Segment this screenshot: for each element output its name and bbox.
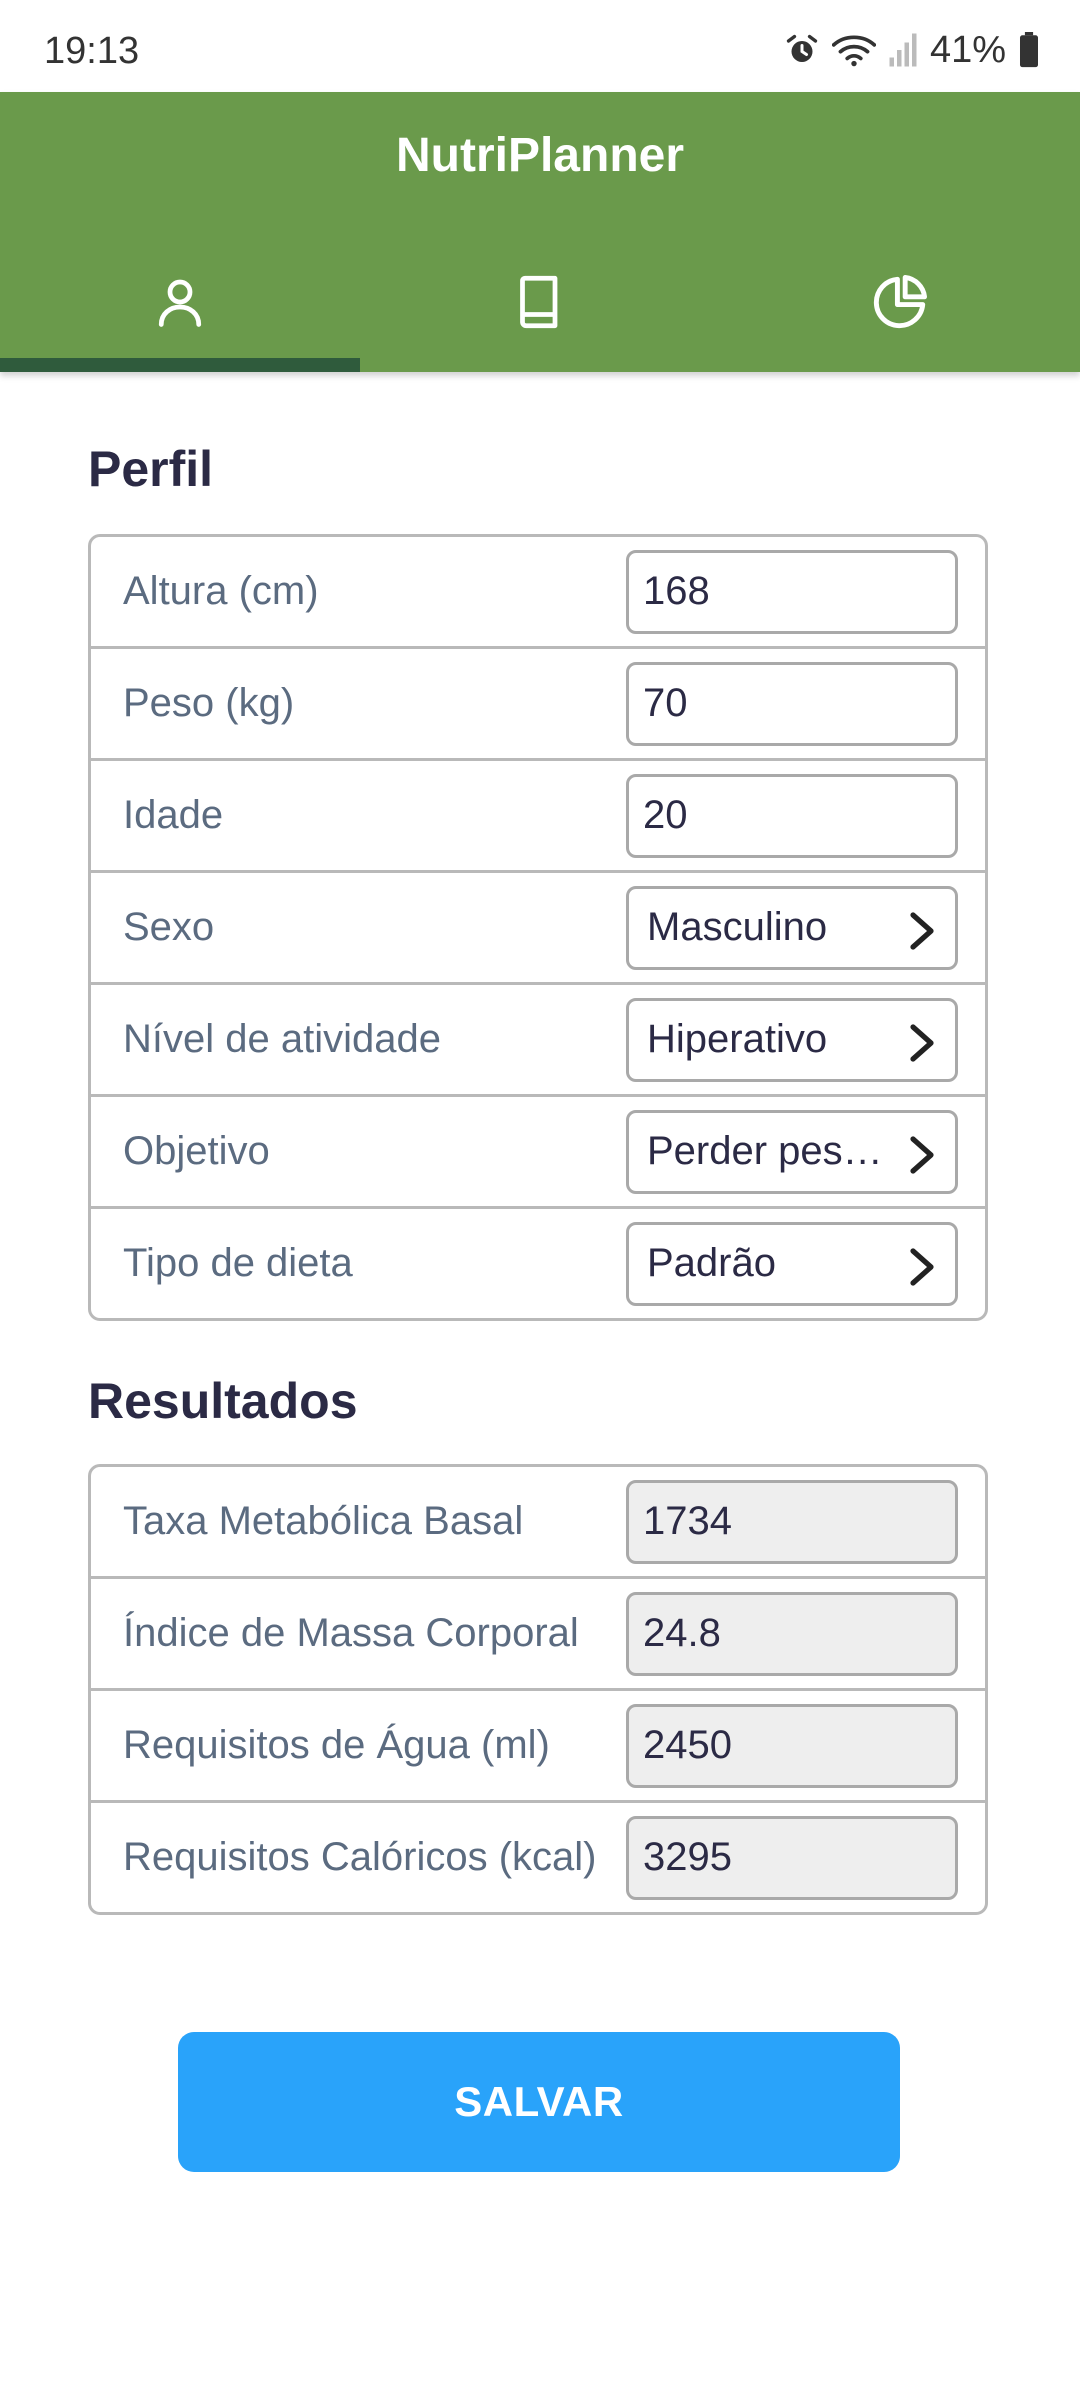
sex-select[interactable]: Masculino: [626, 885, 958, 970]
pie-chart-icon: [869, 271, 931, 333]
water-value: 2450: [626, 1703, 958, 1788]
tab-selected-indicator: [0, 358, 360, 372]
bmi-value: 24.8: [626, 1591, 958, 1676]
goal-label: Objetivo: [123, 1129, 270, 1173]
water-label: Requisitos de Água (ml): [123, 1723, 550, 1767]
app-bar: NutriPlanner: [0, 92, 1080, 372]
goal-value: Perder peso…: [647, 1129, 897, 1173]
profile-section-title: Perfil: [88, 441, 214, 497]
status-time: 19:13: [44, 30, 140, 72]
bmr-label: Taxa Metabólica Basal: [123, 1499, 524, 1543]
age-row: Idade: [91, 761, 985, 873]
bmi-row: Índice de Massa Corporal 24.8: [91, 1579, 985, 1691]
chevron-right-icon: [910, 1023, 934, 1062]
height-input[interactable]: [626, 549, 958, 634]
chevron-right-icon: [910, 1247, 934, 1286]
water-row: Requisitos de Água (ml) 2450: [91, 1691, 985, 1803]
calories-label: Requisitos Calóricos (kcal): [123, 1835, 597, 1879]
tab-bar: [0, 232, 1080, 372]
status-bar: 19:13 41%: [0, 0, 1080, 92]
goal-row: Objetivo Perder peso…: [91, 1097, 985, 1209]
diet-value: Padrão: [647, 1241, 776, 1285]
results-card: Taxa Metabólica Basal 1734 Índice de Mas…: [88, 1464, 988, 1915]
tab-profile[interactable]: [0, 232, 360, 372]
app-title: NutriPlanner: [395, 129, 685, 182]
goal-select[interactable]: Perder peso…: [626, 1109, 958, 1194]
age-label: Idade: [123, 793, 224, 837]
diet-row: Tipo de dieta Padrão: [91, 1209, 985, 1318]
profile-card: Altura (cm) Peso (kg) Idade Sexo Masculi…: [88, 534, 988, 1321]
height-row: Altura (cm): [91, 537, 985, 649]
signal-icon: [888, 32, 918, 68]
activity-select[interactable]: Hiperativo: [626, 997, 958, 1082]
diet-select[interactable]: Padrão: [626, 1221, 958, 1306]
status-icons: 41%: [784, 28, 1040, 72]
person-icon: [150, 272, 210, 332]
height-label: Altura (cm): [123, 569, 319, 613]
chevron-right-icon: [910, 911, 934, 950]
battery-level: 41%: [929, 28, 1006, 71]
tab-recipes[interactable]: [360, 232, 720, 372]
diet-label: Tipo de dieta: [123, 1241, 353, 1285]
activity-row: Nível de atividade Hiperativo: [91, 985, 985, 1097]
sex-row: Sexo Masculino: [91, 873, 985, 985]
activity-label: Nível de atividade: [123, 1017, 441, 1061]
weight-input[interactable]: [626, 661, 958, 746]
wifi-icon: [831, 32, 876, 68]
bmi-label: Índice de Massa Corporal: [123, 1611, 579, 1655]
chevron-right-icon: [910, 1135, 934, 1174]
bmr-row: Taxa Metabólica Basal 1734: [91, 1467, 985, 1579]
sex-label: Sexo: [123, 905, 215, 949]
tab-stats[interactable]: [720, 232, 1080, 372]
age-input[interactable]: [626, 773, 958, 858]
activity-value: Hiperativo: [647, 1017, 828, 1061]
sex-value: Masculino: [647, 905, 828, 949]
bmr-value: 1734: [626, 1479, 958, 1564]
book-icon: [510, 272, 570, 332]
results-section-title: Resultados: [88, 1373, 358, 1429]
battery-icon: [1018, 32, 1040, 68]
calories-value: 3295: [626, 1815, 958, 1900]
alarm-icon: [784, 32, 820, 68]
weight-row: Peso (kg): [91, 649, 985, 761]
calories-row: Requisitos Calóricos (kcal) 3295: [91, 1803, 985, 1912]
save-button[interactable]: SALVAR: [178, 2032, 900, 2172]
weight-label: Peso (kg): [123, 681, 295, 725]
